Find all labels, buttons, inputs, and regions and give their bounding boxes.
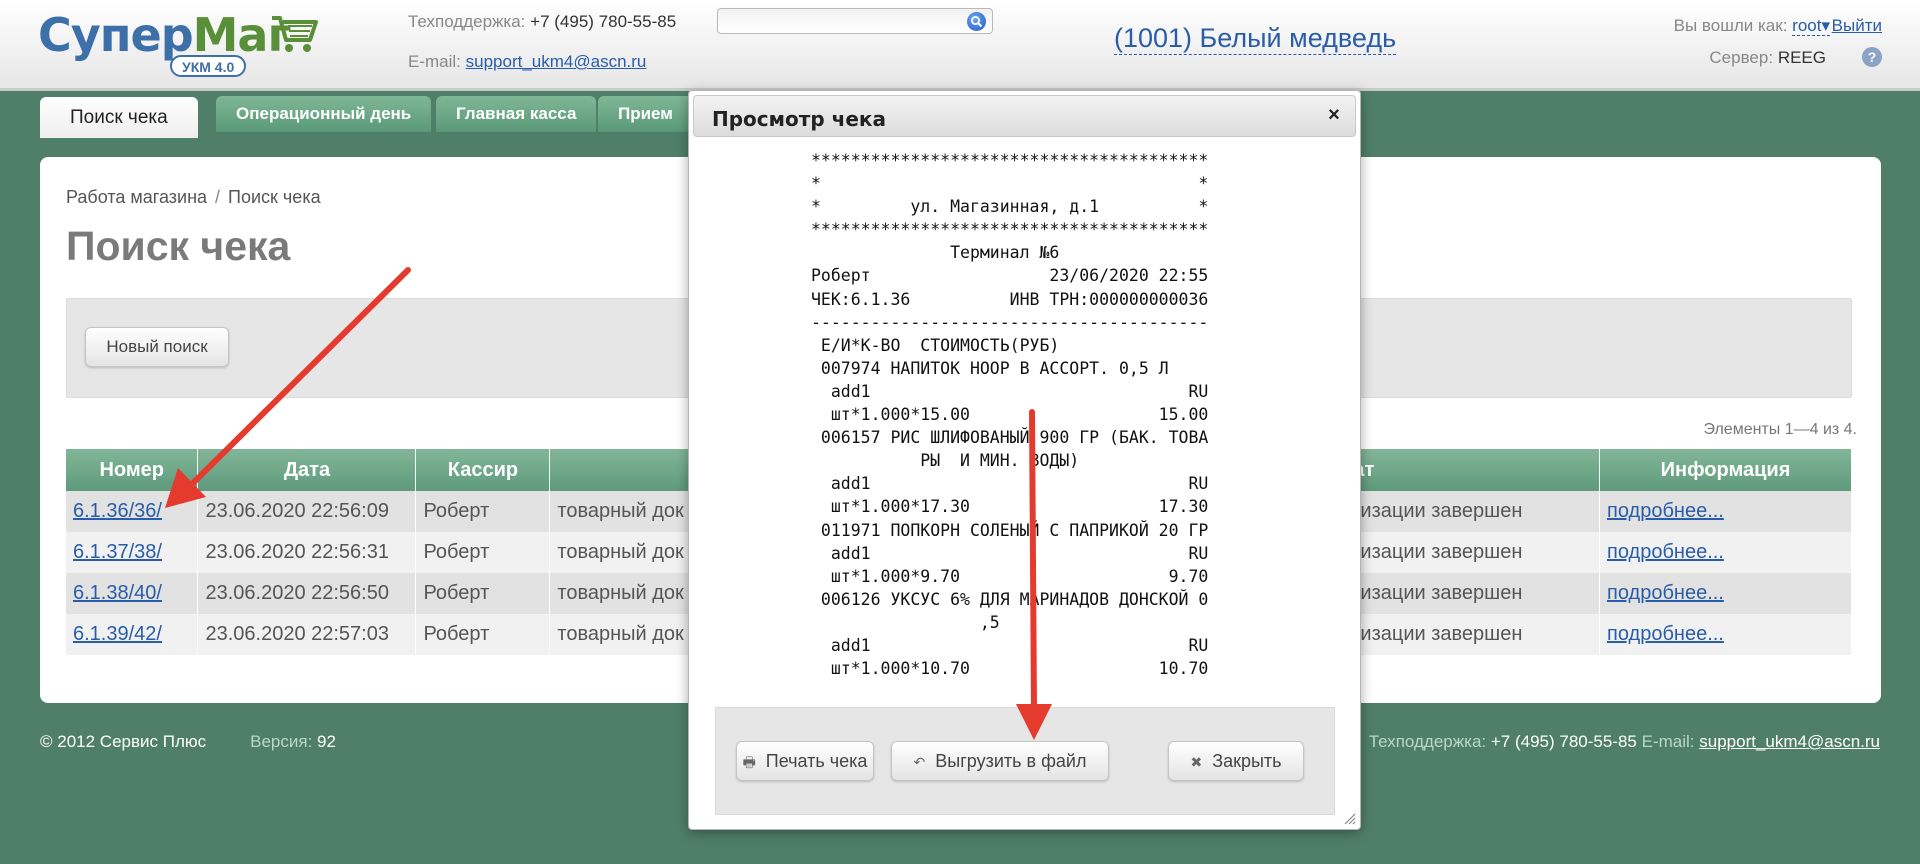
breadcrumb-store-work[interactable]: Работа магазина [66,187,207,207]
receipt-line: add1 RU [811,543,1209,563]
close-icon[interactable]: × [1323,104,1345,126]
store-name-link[interactable]: (1001) Белый медведь [1114,22,1397,55]
undo-arrow-icon: ↶ [913,754,926,770]
receipt-line: * * [811,174,1209,194]
close-button[interactable]: ✖ Закрыть [1168,741,1304,781]
receipt-line: шт*1.000*9.70 9.70 [811,566,1209,586]
caret-down-icon: ▾ [1821,16,1830,35]
header-support-phone: Техподдержка: +7 (495) 780-55-85 [408,12,677,31]
logout-link[interactable]: Выйти [1832,16,1882,36]
receipt-line: ,5 [811,612,1000,632]
logo[interactable]: СуперМаг УКМ 4.0 [38,8,318,80]
page-title: Поиск чека [66,223,291,269]
receipt-line: Роберт 23/06/2020 22:55 [811,266,1209,286]
details-link[interactable]: подробнее... [1607,623,1724,645]
receipt-line: add1 RU [811,474,1209,494]
tab-main-cash[interactable]: Главная касса [436,96,597,132]
header-support-email: E-mail: support_ukm4@ascn.ru [408,52,647,71]
receipt-number-link[interactable]: 6.1.36/36/ [73,500,162,522]
cell-date: 23.06.2020 22:56:50 [197,573,417,614]
cell-date: 23.06.2020 22:56:09 [197,491,417,532]
receipt-line: ---------------------------------------- [811,312,1209,332]
receipt-view-dialog: Просмотр чека × ************************… [688,90,1361,830]
resize-grip-icon[interactable] [1342,811,1356,825]
print-receipt-button[interactable]: 🖶 Печать чека [736,741,874,781]
receipt-line: шт*1.000*10.70 10.70 [811,659,1209,679]
cell-date: 23.06.2020 22:56:31 [197,532,417,573]
receipt-line: 006126 УКСУС 6% ДЛЯ МАРИНАДОВ ДОНСКОЙ 0 [811,589,1209,609]
receipt-number-link[interactable]: 6.1.38/40/ [73,582,162,604]
receipt-text: ****************************************… [811,149,1251,769]
items-count: Элементы 1—4 из 4. [1703,421,1857,438]
receipt-line: 007974 НАПИТОК НООР В АССОРТ. 0,5 Л [811,358,1169,378]
tab-receipt-search[interactable]: Поиск чека [40,97,198,138]
user-menu[interactable]: root▾ [1792,16,1830,36]
logo-badge: УКМ 4.0 [170,55,247,77]
receipt-number-link[interactable]: 6.1.39/42/ [73,623,162,645]
receipt-line: 011971 ПОПКОРН СОЛЕНЫЙ С ПАПРИКОЙ 20 ГР [811,520,1209,540]
cell-cashier: Роберт [415,614,551,655]
col-number[interactable]: Номер [66,449,199,491]
receipt-line: **************************************** [811,151,1209,170]
dialog-button-bar: 🖶 Печать чека ↶ Выгрузить в файл ✖ Закрыть [715,707,1335,815]
footer-right: Техподдержка: +7 (495) 780-55-85 E-mail:… [1368,732,1880,751]
breadcrumb: Работа магазина / Поиск чека [66,187,321,207]
receipt-line: * ул. Магазинная, д.1 * [811,197,1209,217]
login-info: Вы вошли как: root▾ [1673,16,1830,36]
breadcrumb-current: Поиск чека [228,187,321,207]
shopping-cart-icon [272,16,318,52]
receipt-line: add1 RU [811,635,1209,655]
logo-text: СуперМаг [38,8,292,62]
footer-left: © 2012 Сервис Плюс Версия: 92 [40,732,336,751]
details-link[interactable]: подробнее... [1607,541,1724,563]
search-icon [971,16,983,28]
cell-cashier: Роберт [415,491,551,532]
col-cashier[interactable]: Кассир [415,449,551,491]
search-button[interactable] [967,12,986,31]
printer-icon: 🖶 [742,754,756,770]
receipt-line: шт*1.000*15.00 15.00 [811,405,1209,425]
cell-cashier: Роберт [415,532,551,573]
cell-cashier: Роберт [415,573,551,614]
server-info: Сервер: REEG [1709,48,1826,67]
receipt-line: 006157 РИС ШЛИФОВАНЫЙ 900 ГР (БАК. ТОВА [811,428,1209,448]
tab-operational-day[interactable]: Операционный день [216,96,432,132]
receipt-line: шт*1.000*17.30 17.30 [811,497,1209,517]
receipt-line: Е/И*К-ВО СТОИМОСТЬ(РУБ) [811,335,1060,355]
dialog-title-bar[interactable]: Просмотр чека × [693,95,1356,137]
details-link[interactable]: подробнее... [1607,500,1724,522]
export-to-file-button[interactable]: ↶ Выгрузить в файл [891,741,1109,781]
new-search-button[interactable]: Новый поиск [85,327,229,367]
search-box [717,8,993,34]
app-header: СуперМаг УКМ 4.0 Техподдержка: +7 (495) … [0,0,1920,91]
support-email-link[interactable]: support_ukm4@ascn.ru [466,52,647,71]
receipt-line: **************************************** [811,220,1209,240]
footer-email-link[interactable]: support_ukm4@ascn.ru [1699,732,1880,751]
help-icon[interactable]: ? [1862,47,1882,67]
receipt-line: Терминал №6 [811,243,1060,263]
tab-receiving[interactable]: Прием [598,96,698,132]
receipt-number-link[interactable]: 6.1.37/38/ [73,541,162,563]
details-link[interactable]: подробнее... [1607,582,1724,604]
version: 92 [317,732,336,751]
receipt-line: add1 RU [811,381,1209,401]
x-icon: ✖ [1190,754,1203,770]
receipt-line: ЧЕК:6.1.36 ИНВ ТРН:000000000036 [811,289,1209,309]
copyright: © 2012 Сервис Плюс [40,732,207,751]
dialog-title: Просмотр чека [712,107,886,131]
cell-date: 23.06.2020 22:57:03 [197,614,417,655]
receipt-line: РЫ И МИН. ВОДЫ) [811,451,1080,471]
col-info[interactable]: Информация [1599,449,1852,491]
col-date[interactable]: Дата [197,449,417,491]
search-input[interactable] [718,9,958,33]
